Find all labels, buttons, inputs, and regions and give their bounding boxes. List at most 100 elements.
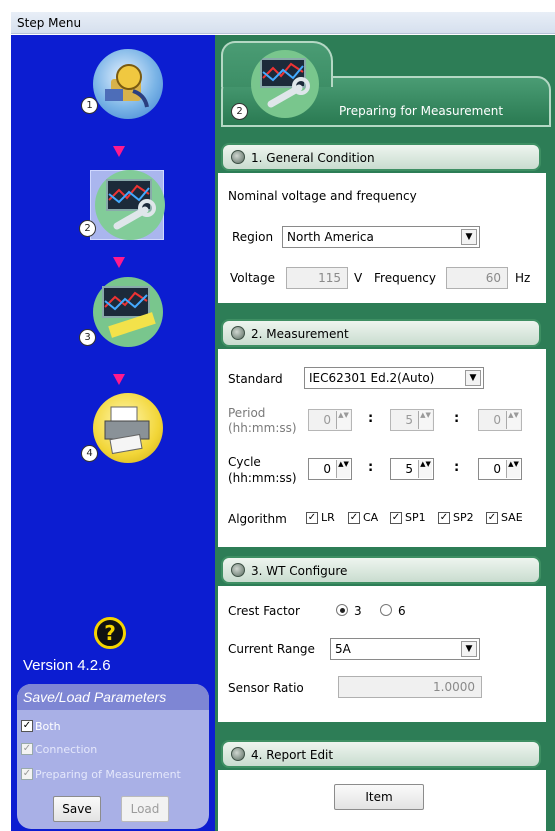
option-both[interactable]: ✓ Both xyxy=(21,718,61,734)
current-range-value: 5A xyxy=(335,642,351,656)
ruler-chart-icon xyxy=(102,286,156,338)
load-button: Load xyxy=(121,796,169,822)
spin-arrows-icon[interactable]: ▲▼ xyxy=(506,460,520,478)
title-strip: Step Menu xyxy=(11,12,555,34)
section-report-edit-header[interactable]: 4. Report Edit xyxy=(221,740,541,768)
crest-factor-label: Crest Factor xyxy=(228,604,300,618)
section-general-condition-header[interactable]: 1. General Condition xyxy=(221,143,541,171)
sensor-ratio-label: Sensor Ratio xyxy=(228,681,304,695)
section-bullet-icon xyxy=(231,326,245,340)
chevron-down-icon[interactable]: ▼ xyxy=(461,229,477,245)
algorithm-ca[interactable]: ✓ CA xyxy=(348,511,378,524)
both-label: Both xyxy=(35,719,61,733)
period-colon-1: : xyxy=(368,411,374,426)
section-title: 2. Measurement xyxy=(251,327,349,341)
cycle-hours-value: 0 xyxy=(323,462,331,476)
measurement-setup-icon xyxy=(251,50,319,118)
region-select[interactable]: North America ▼ xyxy=(282,226,480,248)
title-bar: Step Menu xyxy=(0,0,555,38)
connection-icon xyxy=(105,64,149,108)
step-2-button[interactable]: 2 xyxy=(79,170,165,240)
section-measurement-header[interactable]: 2. Measurement xyxy=(221,319,541,347)
current-range-label: Current Range xyxy=(228,642,315,656)
report-edit-panel: Item xyxy=(218,770,546,831)
cycle-seconds-value: 0 xyxy=(493,462,501,476)
window-title: Step Menu xyxy=(17,16,82,30)
cycle-minutes-value: 5 xyxy=(405,462,413,476)
lr-label: LR xyxy=(321,511,335,524)
help-icon[interactable]: ? xyxy=(94,617,126,649)
step-1-button[interactable]: 1 xyxy=(81,49,163,119)
save-load-title: Save/Load Parameters xyxy=(17,684,209,710)
voltage-field: 115 xyxy=(286,267,348,289)
nominal-description: Nominal voltage and frequency xyxy=(228,189,417,203)
step-arrow-1 xyxy=(113,146,125,157)
cycle-seconds-stepper[interactable]: 0 ▲▼ xyxy=(478,458,522,480)
cycle-colon-2: : xyxy=(454,460,460,475)
cycle-hours-stepper[interactable]: 0 ▲▼ xyxy=(308,458,352,480)
step-4-button[interactable]: 4 xyxy=(81,393,163,463)
section-title: 1. General Condition xyxy=(251,151,375,165)
spin-arrows-icon: ▲▼ xyxy=(336,411,350,429)
section-wt-configure-header[interactable]: 3. WT Configure xyxy=(221,556,541,584)
both-checkbox[interactable]: ✓ xyxy=(21,720,33,732)
printer-icon xyxy=(104,406,150,455)
save-button[interactable]: Save xyxy=(53,796,101,822)
frequency-label: Frequency xyxy=(374,271,436,285)
sp2-checkbox[interactable]: ✓ xyxy=(438,511,450,524)
step-arrow-3 xyxy=(113,374,125,385)
section-bullet-icon xyxy=(231,747,245,761)
lr-checkbox[interactable]: ✓ xyxy=(306,511,318,524)
tab-preparing-for-measurement[interactable]: 2 Preparing for Measurement xyxy=(221,41,551,127)
connection-checkbox: ✓ xyxy=(21,743,33,755)
current-range-select[interactable]: 5A ▼ xyxy=(330,638,480,660)
chevron-down-icon[interactable]: ▼ xyxy=(465,370,481,386)
crest-3-label: 3 xyxy=(354,604,362,618)
wt-configure-panel: Crest Factor 3 6 Current Range 5A ▼ Sens… xyxy=(218,586,546,722)
save-load-panel: Save/Load Parameters ✓ Both ✓ Connection… xyxy=(17,684,209,829)
standard-select[interactable]: IEC62301 Ed.2(Auto) ▼ xyxy=(304,367,484,389)
section-title: 4. Report Edit xyxy=(251,748,334,762)
crest-6-label: 6 xyxy=(398,604,406,618)
step-number-2: 2 xyxy=(79,220,96,237)
tab-step-number: 2 xyxy=(231,103,248,120)
period-colon-2: : xyxy=(454,411,460,426)
cycle-colon-1: : xyxy=(368,460,374,475)
voltage-unit: V xyxy=(354,271,363,285)
sp1-checkbox[interactable]: ✓ xyxy=(390,511,402,524)
chevron-down-icon[interactable]: ▼ xyxy=(461,641,477,657)
period-seconds-value: 0 xyxy=(493,413,501,427)
sae-label: SAE xyxy=(501,511,523,524)
cycle-format-label: (hh:mm:ss) xyxy=(228,471,297,485)
sp2-label: SP2 xyxy=(453,511,474,524)
cycle-minutes-stepper[interactable]: 5 ▲▼ xyxy=(390,458,434,480)
sae-checkbox[interactable]: ✓ xyxy=(486,511,498,524)
section-title: 3. WT Configure xyxy=(251,564,348,578)
spin-arrows-icon[interactable]: ▲▼ xyxy=(336,460,350,478)
step-number-3: 3 xyxy=(79,329,96,346)
algorithm-sp2[interactable]: ✓ SP2 xyxy=(438,511,474,524)
preparing-checkbox: ✓ xyxy=(21,768,33,780)
cycle-label: Cycle xyxy=(228,455,261,469)
algorithm-lr[interactable]: ✓ LR xyxy=(306,511,335,524)
algorithm-sae[interactable]: ✓ SAE xyxy=(486,511,523,524)
period-hours-stepper: 0 ▲▼ xyxy=(308,409,352,431)
period-format-label: (hh:mm:ss) xyxy=(228,421,297,435)
crest-6-radio[interactable] xyxy=(380,604,392,616)
period-label: Period xyxy=(228,406,266,420)
algorithm-sp1[interactable]: ✓ SP1 xyxy=(390,511,426,524)
sensor-ratio-field: 1.0000 xyxy=(338,676,482,698)
voltage-label: Voltage xyxy=(230,271,276,285)
step-sidebar: 1 2 3 4 ? Version 4.2.6 Save/Load Parame… xyxy=(11,35,215,831)
tab-label: Preparing for Measurement xyxy=(339,104,504,118)
item-button[interactable]: Item xyxy=(334,784,424,810)
period-seconds-stepper: 0 ▲▼ xyxy=(478,409,522,431)
ca-label: CA xyxy=(363,511,379,524)
crest-3-radio[interactable] xyxy=(336,604,348,616)
connection-label: Connection xyxy=(35,742,98,756)
section-bullet-icon xyxy=(231,150,245,164)
ca-checkbox[interactable]: ✓ xyxy=(348,511,360,524)
spin-arrows-icon[interactable]: ▲▼ xyxy=(418,460,432,478)
step-3-button[interactable]: 3 xyxy=(79,277,163,347)
spin-arrows-icon: ▲▼ xyxy=(506,411,520,429)
